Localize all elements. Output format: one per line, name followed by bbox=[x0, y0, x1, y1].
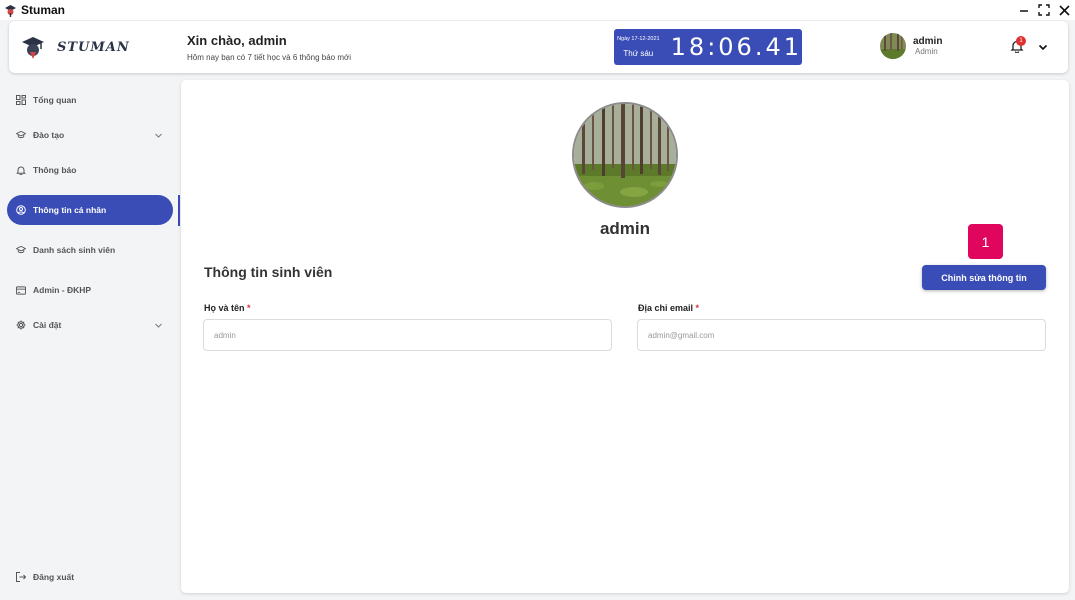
minimize-icon[interactable] bbox=[1017, 3, 1031, 17]
grid-icon bbox=[16, 95, 26, 105]
chevron-down-icon[interactable] bbox=[1037, 40, 1049, 52]
name-field[interactable] bbox=[203, 319, 612, 351]
graduation-cap-icon bbox=[16, 245, 26, 255]
app-logo-icon bbox=[4, 4, 17, 17]
required-mark: * bbox=[247, 303, 251, 313]
email-label-text: Địa chỉ email bbox=[638, 303, 694, 313]
graduation-cap-logo-icon bbox=[21, 34, 45, 60]
card-icon bbox=[16, 285, 26, 295]
clock-day: Thứ sáu bbox=[623, 49, 654, 58]
graduation-cap-icon bbox=[16, 130, 26, 140]
maximize-icon[interactable] bbox=[1037, 3, 1051, 17]
greeting: Xin chào, admin Hôm nay bạn có 7 tiết họ… bbox=[187, 33, 351, 62]
sidebar-item-student-list[interactable]: Danh sách sinh viên bbox=[7, 235, 173, 265]
clock-time: 18:06.41 bbox=[670, 33, 802, 61]
sidebar-item-admin-dkhp[interactable]: Admin - ĐKHP bbox=[7, 275, 173, 305]
sidebar-item-settings[interactable]: Cài đặt bbox=[7, 310, 173, 340]
user-menu[interactable]: admin Admin bbox=[880, 33, 942, 59]
greeting-subtitle: Hôm nay bạn có 7 tiết học và 6 thông báo… bbox=[187, 52, 352, 62]
name-label-text: Họ và tên bbox=[204, 303, 245, 313]
logout-icon bbox=[16, 572, 27, 582]
sidebar-item-label: Tổng quan bbox=[33, 95, 77, 105]
brand-name: STUMAN bbox=[57, 39, 130, 55]
avatar bbox=[880, 33, 906, 59]
sidebar-item-label: Đào tạo bbox=[33, 130, 65, 140]
logout-label: Đăng xuất bbox=[33, 572, 75, 582]
close-icon[interactable] bbox=[1057, 3, 1071, 17]
gear-icon bbox=[16, 320, 26, 330]
sidebar-item-label: Thông báo bbox=[33, 165, 77, 175]
required-mark: * bbox=[695, 303, 700, 313]
email-field[interactable] bbox=[637, 319, 1046, 351]
window-titlebar: Stuman bbox=[0, 0, 1075, 20]
top-header: STUMAN Xin chào, admin Hôm nay bạn có 7 … bbox=[9, 21, 1068, 73]
sidebar-item-label: Thông tin cá nhân bbox=[33, 205, 107, 215]
notification-bell-icon[interactable]: 1 bbox=[1010, 36, 1026, 55]
chevron-down-icon bbox=[154, 321, 163, 330]
sidebar-item-label: Danh sách sinh viên bbox=[33, 245, 116, 255]
profile-avatar[interactable] bbox=[572, 102, 678, 208]
step-badge: 1 bbox=[968, 224, 1003, 259]
user-circle-icon bbox=[16, 205, 26, 215]
bell-icon bbox=[16, 165, 26, 175]
sidebar-item-personal-info[interactable]: Thông tin cá nhân bbox=[7, 195, 173, 225]
logout-button[interactable]: Đăng xuất bbox=[16, 572, 74, 582]
clock-widget: Ngày 17-12-2021 Thứ sáu 18:06.41 bbox=[614, 29, 802, 65]
notification-badge: 1 bbox=[1016, 36, 1026, 46]
name-field-label: Họ và tên * bbox=[204, 303, 251, 313]
profile-name: admin bbox=[599, 219, 651, 238]
section-title: Thông tin sinh viên bbox=[204, 264, 333, 280]
sidebar-item-label: Cài đặt bbox=[33, 320, 62, 330]
profile-panel: admin 1 Thông tin sinh viên Chỉnh sửa th… bbox=[181, 80, 1069, 593]
edit-info-button[interactable]: Chỉnh sửa thông tin bbox=[922, 265, 1046, 290]
clock-date: Ngày 17-12-2021 bbox=[617, 36, 660, 42]
active-indicator bbox=[178, 195, 180, 226]
sidebar-item-notifications[interactable]: Thông báo bbox=[7, 155, 173, 185]
user-role: Admin bbox=[915, 47, 938, 56]
greeting-title: Xin chào, admin bbox=[187, 32, 287, 48]
window-title: Stuman bbox=[21, 3, 66, 17]
chevron-down-icon bbox=[154, 131, 163, 140]
email-field-label: Địa chỉ email * bbox=[638, 303, 699, 313]
sidebar-item-label: Admin - ĐKHP bbox=[33, 285, 92, 295]
brand-logo[interactable]: STUMAN bbox=[21, 34, 187, 60]
sidebar-item-overview[interactable]: Tổng quan bbox=[7, 85, 173, 115]
sidebar-item-training[interactable]: Đào tạo bbox=[7, 120, 173, 150]
user-name: admin bbox=[913, 36, 943, 47]
